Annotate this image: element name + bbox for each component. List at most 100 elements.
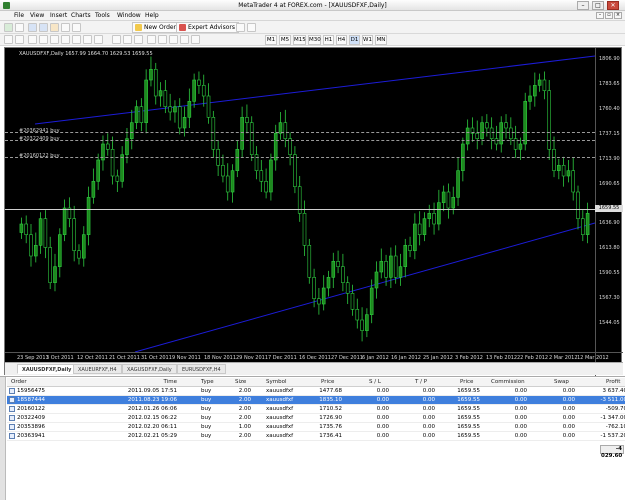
column-time[interactable]: Time	[147, 379, 177, 385]
cell-profit: -762.10	[605, 424, 625, 430]
timeframe-mn[interactable]: MN	[375, 35, 387, 45]
close-button[interactable]: ✕	[607, 1, 619, 10]
trendline-icon[interactable]	[50, 35, 59, 44]
candle-bearish	[29, 234, 33, 257]
price-tick: 1783.65	[599, 81, 620, 87]
expert-advisors-button[interactable]: Expert Advisors	[176, 22, 239, 33]
candle-bearish	[576, 191, 580, 219]
minimize-button[interactable]: –	[577, 1, 589, 10]
terminal-icon[interactable]	[61, 23, 70, 32]
column-symbol[interactable]: Symbol	[266, 379, 287, 385]
vertical-line-icon[interactable]	[28, 35, 37, 44]
timeframe-w1[interactable]: W1	[362, 35, 373, 45]
new-chart-icon[interactable]	[4, 23, 13, 32]
column-type[interactable]: Type	[201, 379, 214, 385]
cell-size: 2.00	[238, 388, 251, 394]
autoscroll-icon[interactable]	[191, 35, 200, 44]
timeframe-m5[interactable]: M5	[279, 35, 291, 45]
timeframe-m1[interactable]: M1	[265, 35, 277, 45]
column-commission[interactable]: Commission	[491, 379, 525, 385]
cell-type: buy	[201, 424, 212, 430]
cell-swap: 0.00	[562, 415, 575, 421]
bar-chart-icon[interactable]	[112, 35, 121, 44]
price-axis[interactable]: 1806.90 1783.65 1760.40 1737.15 1713.90 …	[595, 48, 623, 376]
chart-shift-icon[interactable]	[180, 35, 189, 44]
candlestick-chart[interactable]	[5, 48, 595, 352]
column-profit[interactable]: Profit	[606, 379, 620, 385]
channel-icon[interactable]	[61, 35, 70, 44]
order-level-20362941[interactable]	[5, 132, 595, 133]
cell-size: 1.00	[238, 424, 251, 430]
time-axis[interactable]: 23 Sep 2011 3 Oct 2011 12 Oct 2011 21 Oc…	[5, 352, 623, 362]
candle-bullish	[523, 101, 528, 145]
menu-help[interactable]: Help	[145, 12, 159, 19]
timeframe-h4[interactable]: H4	[336, 35, 347, 45]
market-watch-icon[interactable]	[28, 23, 37, 32]
column-sl[interactable]: S / L	[369, 379, 381, 385]
timeframe-h1[interactable]: H1	[323, 35, 334, 45]
navigator-icon[interactable]	[50, 23, 59, 32]
tile-windows-icon[interactable]	[169, 35, 178, 44]
cell-sl: 0.00	[376, 433, 389, 439]
label-icon[interactable]	[94, 35, 103, 44]
menu-view[interactable]: View	[30, 12, 44, 19]
menu-tools[interactable]: Tools	[95, 12, 110, 19]
title-bar: MetaTrader 4 at FOREX.com - [XAUUSDFXF,D…	[0, 0, 625, 11]
chart-tabs-bar: XAUUSDFXF,Daily XAUEURFXF,H4 XAGUSDFXF,D…	[5, 362, 623, 375]
line-chart-icon[interactable]	[134, 35, 143, 44]
order-level-20160122[interactable]	[5, 157, 595, 158]
mdi-restore-button[interactable]: ▫	[605, 12, 613, 19]
text-icon[interactable]	[83, 35, 92, 44]
column-tp[interactable]: T / P	[415, 379, 427, 385]
tab-eurusdfxf-h4[interactable]: EURUSDFXF,H4	[177, 364, 226, 374]
chart-window[interactable]: XAUUSDFXF,Daily 1657.99 1664.70 1629.53 …	[4, 47, 623, 376]
order-level-20322409[interactable]	[5, 140, 595, 141]
tab-xauusdfxf-daily[interactable]: XAUUSDFXF,Daily	[17, 364, 77, 374]
channel-upper-line[interactable]	[34, 55, 595, 125]
candlestick-icon[interactable]	[123, 35, 132, 44]
column-price[interactable]: Price	[321, 379, 334, 385]
timeframe-m15[interactable]: M15	[293, 35, 306, 45]
timeframe-d1[interactable]: D1	[349, 35, 360, 45]
cursor-icon[interactable]	[4, 35, 13, 44]
candle-bearish	[206, 95, 211, 118]
channel-lower-line[interactable]	[134, 222, 595, 352]
candle-bearish	[509, 127, 513, 139]
column-order[interactable]: Order	[11, 379, 27, 385]
mdi-close-button[interactable]: ×	[614, 12, 622, 19]
profiles-icon[interactable]	[15, 23, 24, 32]
table-row[interactable]: 20353896 2012.02.20 06:11 buy 1.00 xauusdfxf…	[7, 423, 625, 432]
candle-bearish	[115, 175, 120, 182]
mdi-minimize-button[interactable]: –	[596, 12, 604, 19]
zoom-out-icon-2[interactable]	[158, 35, 167, 44]
data-window-icon[interactable]	[39, 23, 48, 32]
horizontal-line-icon[interactable]	[39, 35, 48, 44]
timeframe-m30[interactable]: M30	[308, 35, 321, 45]
price-tick: 1760.40	[599, 106, 620, 112]
tab-xaueurfxf-h4[interactable]: XAUEURFXF,H4	[73, 364, 122, 374]
table-row[interactable]: 20322409 2012.02.15 06:22 buy 2.00 xauusdfxf…	[7, 414, 625, 423]
cell-swap: 0.00	[562, 424, 575, 430]
column-current-price[interactable]: Price	[460, 379, 473, 385]
terminal-side-strip[interactable]	[0, 377, 6, 500]
column-swap[interactable]: Swap	[554, 379, 569, 385]
menu-window[interactable]: Window	[117, 12, 141, 19]
zoom-in-icon[interactable]	[236, 23, 245, 32]
cell-commission: 0.00	[514, 424, 527, 430]
column-size[interactable]: Size	[235, 379, 246, 385]
table-row[interactable]: 18587444 2011.08.23 19:06 buy 2.00 xauusdfxf…	[7, 396, 625, 405]
zoom-out-icon[interactable]	[247, 23, 256, 32]
zoom-in-icon-2[interactable]	[147, 35, 156, 44]
fibonacci-icon[interactable]	[72, 35, 81, 44]
table-row[interactable]: 20363941 2012.02.21 05:29 buy 2.00 xauusdfxf…	[7, 432, 625, 441]
menu-charts[interactable]: Charts	[71, 12, 91, 19]
strategy-tester-icon[interactable]	[72, 23, 81, 32]
menu-insert[interactable]: Insert	[50, 12, 67, 19]
table-row[interactable]: 15956475 2011.09.05 17:51 buy 2.00 xauusdfxf…	[7, 387, 625, 396]
crosshair-icon[interactable]	[15, 35, 24, 44]
menu-file[interactable]: File	[14, 12, 24, 19]
maximize-button[interactable]: □	[592, 1, 604, 10]
tab-xagusdfxf-daily[interactable]: XAGUSDFXF,Daily	[122, 364, 177, 374]
table-row[interactable]: 20160122 2012.01.26 06:06 buy 2.00 xauusdfxf…	[7, 405, 625, 414]
new-order-button[interactable]: New Order	[132, 22, 181, 33]
